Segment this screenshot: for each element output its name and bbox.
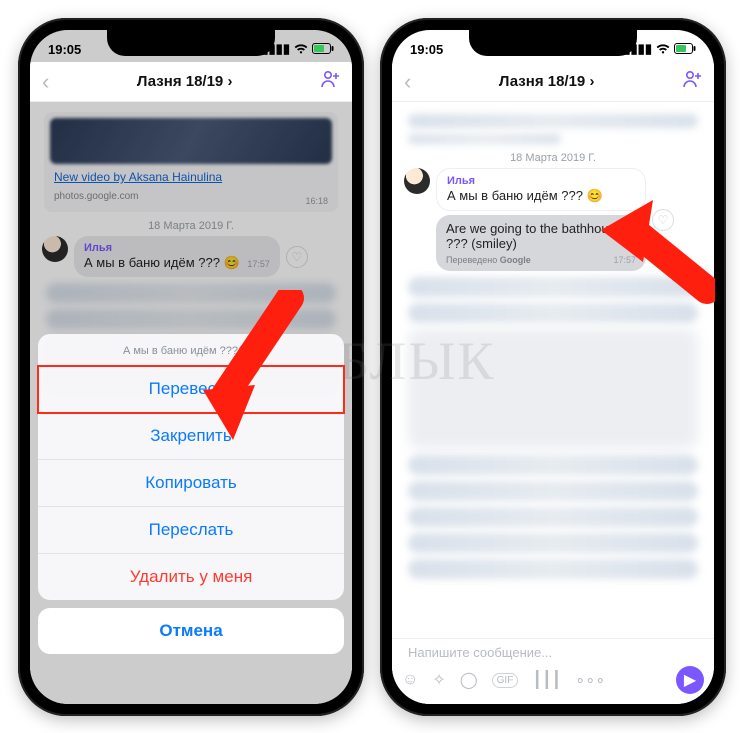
chat-header: ‹ Лазня 18/19 › xyxy=(392,62,714,102)
phone-frame-left: 19:05 ▮▮▮▮ ‹ Лазня 18/19 › xyxy=(18,18,364,716)
date-separator: 18 Марта 2019 Г. xyxy=(400,152,706,164)
add-member-button[interactable] xyxy=(682,70,702,93)
blurred-content xyxy=(408,533,698,553)
message-author: Илья xyxy=(447,175,635,187)
emoji-icon[interactable]: ☺ xyxy=(402,671,418,689)
camera-icon[interactable]: ◯ xyxy=(460,670,478,690)
chat-header: ‹ Лазня 18/19 › xyxy=(30,62,352,102)
battery-icon xyxy=(674,42,696,57)
annotation-arrow-left xyxy=(195,290,305,440)
chat-title[interactable]: Лазня 18/19 › xyxy=(499,73,595,90)
back-button[interactable]: ‹ xyxy=(404,69,411,95)
battery-icon xyxy=(312,42,334,57)
chat-body-right: 18 Марта 2019 Г. Илья А мы в баню идём ?… xyxy=(392,102,714,704)
notch xyxy=(107,30,275,56)
chat-title[interactable]: Лазня 18/19 › xyxy=(137,73,233,90)
screen-right: 19:05 ▮▮▮▮ ‹ Лазня 18/19 › xyxy=(392,30,714,704)
status-time: 19:05 xyxy=(410,42,443,57)
wifi-icon xyxy=(294,42,308,57)
blurred-content xyxy=(408,507,698,527)
blurred-content xyxy=(408,329,698,449)
avatar[interactable] xyxy=(404,168,430,194)
wifi-icon xyxy=(656,42,670,57)
composer-bar: Напишите сообщение... ☺ ✧ ◯ GIF ┃┃┃ ∘∘∘ … xyxy=(392,638,714,704)
composer-input[interactable]: Напишите сообщение... xyxy=(402,645,704,660)
blurred-content xyxy=(408,455,698,475)
sticker-icon[interactable]: ✧ xyxy=(432,670,445,690)
blurred-content xyxy=(408,134,561,144)
annotation-arrow-right xyxy=(595,200,715,310)
action-cancel[interactable]: Отмена xyxy=(38,608,344,654)
status-time: 19:05 xyxy=(48,42,81,57)
action-delete[interactable]: Удалить у меня xyxy=(38,554,344,600)
back-button[interactable]: ‹ xyxy=(42,69,49,95)
message-text: А мы в баню идём ??? xyxy=(447,188,583,203)
blurred-content xyxy=(408,481,698,501)
more-icon[interactable]: ∘∘∘ xyxy=(575,670,605,690)
send-button[interactable]: ▶ xyxy=(676,666,704,694)
blurred-content xyxy=(408,559,698,579)
gif-icon[interactable]: GIF xyxy=(492,673,519,688)
notch xyxy=(469,30,637,56)
action-forward[interactable]: Переслать xyxy=(38,507,344,554)
add-member-button[interactable] xyxy=(320,70,340,93)
phone-frame-right: 19:05 ▮▮▮▮ ‹ Лазня 18/19 › xyxy=(380,18,726,716)
action-copy[interactable]: Копировать xyxy=(38,460,344,507)
blurred-content xyxy=(408,114,698,128)
voice-icon[interactable]: ┃┃┃ xyxy=(532,670,561,690)
